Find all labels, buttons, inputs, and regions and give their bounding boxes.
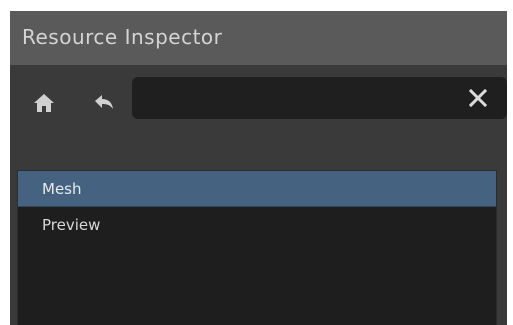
resource-list: Mesh Preview [17, 170, 497, 325]
resource-inspector-panel: Resource Inspector Mesh Preview [10, 11, 507, 325]
back-arrow-icon[interactable] [90, 89, 118, 117]
list-item-preview[interactable]: Preview [18, 207, 496, 243]
panel-titlebar[interactable]: Resource Inspector [10, 11, 507, 65]
list-item-label: Mesh [42, 180, 82, 198]
panel-title: Resource Inspector [22, 25, 223, 49]
search-input[interactable] [132, 77, 507, 119]
list-item-mesh[interactable]: Mesh [18, 171, 496, 207]
close-icon[interactable] [467, 87, 489, 109]
list-item-label: Preview [42, 216, 101, 234]
home-icon[interactable] [30, 89, 58, 117]
